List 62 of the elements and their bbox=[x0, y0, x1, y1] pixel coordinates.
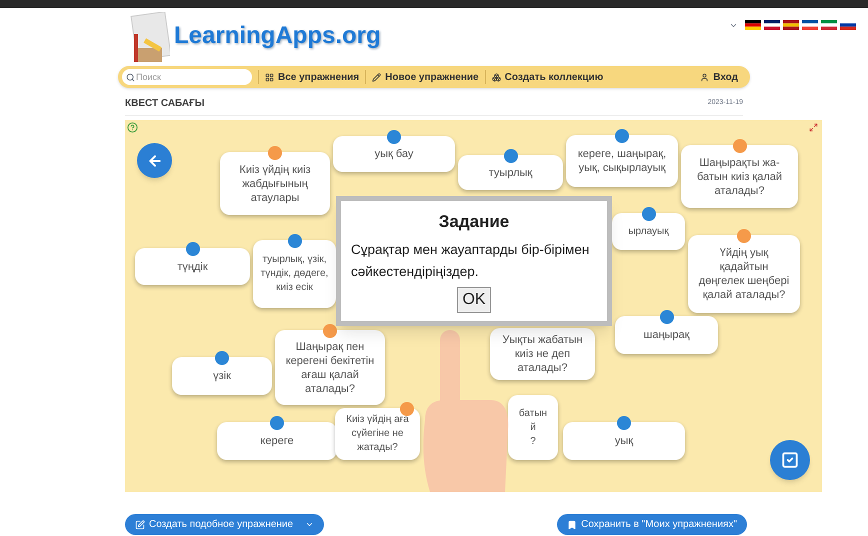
match-card[interactable]: Шаңырақты жа- батын киіз қалай аталады? bbox=[681, 145, 798, 208]
pencil-icon bbox=[372, 72, 382, 82]
nav-link[interactable]: Новое упражнение bbox=[372, 70, 479, 84]
card-text: шаңырақ bbox=[644, 328, 690, 342]
card-text: Үйдің уық қадайтын дөңгелек шеңбері қалай аталады? bbox=[698, 246, 790, 302]
match-card[interactable]: батын й ? bbox=[508, 395, 558, 460]
match-card[interactable]: Шаңырақ пен керегені бекітетін ағаш қалай аталады? bbox=[275, 330, 385, 405]
match-card[interactable]: уық bbox=[563, 422, 685, 460]
nav-link[interactable]: Создать коллекцию bbox=[492, 70, 604, 84]
search-field[interactable]: Поиск bbox=[122, 69, 252, 85]
match-card[interactable]: ырлауық bbox=[612, 213, 685, 250]
match-card[interactable]: кереге bbox=[217, 422, 337, 460]
card-text: кереге bbox=[260, 434, 294, 448]
match-card[interactable]: Уықты жабатын киіз не деп аталады? bbox=[490, 328, 595, 380]
match-card[interactable]: уық бау bbox=[333, 136, 455, 172]
card-text: Киіз үйдің аға сүйегіне не жатады? bbox=[346, 413, 409, 455]
flag-icon[interactable] bbox=[745, 20, 761, 30]
search-icon bbox=[126, 73, 135, 82]
match-card[interactable]: Киіз үйдің киіз жабдығының атаулары bbox=[220, 152, 330, 215]
card-text: туырлық, үзік, түндік, дөдеге, киіз есік bbox=[260, 253, 328, 295]
flag-icon[interactable] bbox=[802, 20, 818, 30]
bookmark-icon bbox=[567, 520, 578, 530]
boxes-icon bbox=[492, 72, 501, 82]
card-text: үзік bbox=[213, 369, 231, 383]
login-link[interactable]: Вход bbox=[700, 70, 738, 84]
card-text: туырлық bbox=[488, 166, 532, 180]
match-card[interactable]: шаңырақ bbox=[615, 316, 718, 354]
help-icon[interactable] bbox=[127, 122, 138, 133]
card-text: уық bbox=[614, 434, 634, 448]
ok-button[interactable]: OK bbox=[457, 286, 491, 312]
flag-icon[interactable] bbox=[764, 20, 780, 30]
match-card[interactable]: үзік bbox=[172, 357, 272, 395]
create-similar-button[interactable]: Создать подобное упражнение bbox=[125, 514, 324, 535]
check-icon bbox=[781, 451, 799, 469]
card-text: батын й ? bbox=[518, 406, 548, 448]
card-text: Уықты жабатын киіз не деп аталады? bbox=[502, 333, 583, 375]
card-text: кереге, шаңырақ, уық, сықырлауық bbox=[578, 147, 666, 175]
check-button[interactable] bbox=[770, 440, 810, 480]
card-text: уық бау bbox=[374, 147, 414, 161]
caret-icon bbox=[305, 520, 314, 529]
dialog-text: Сұрақтар мен жауаптарды бір-бірімен сәйкестендіріңіздер. bbox=[351, 240, 590, 281]
card-text: ырлауық bbox=[628, 224, 669, 238]
fullscreen-icon[interactable] bbox=[809, 123, 818, 132]
user-icon bbox=[700, 72, 710, 82]
page-title: КВЕСТ САБАҒЫ bbox=[125, 97, 205, 111]
match-card[interactable]: түңдік bbox=[135, 248, 250, 285]
edit-icon bbox=[135, 520, 145, 530]
dialog-title: Задание bbox=[438, 211, 510, 233]
match-card[interactable]: туырлық, үзік, түндік, дөдеге, киіз есік bbox=[253, 240, 336, 308]
card-text: түңдік bbox=[177, 260, 208, 274]
match-card[interactable]: Киіз үйдің аға сүйегіне не жатады? bbox=[335, 408, 420, 460]
match-card[interactable]: кереге, шаңырақ, уық, сықырлауық bbox=[566, 135, 678, 187]
card-text: Шаңырақты жа- батын киіз қалай аталады? bbox=[696, 156, 782, 198]
logo-text[interactable]: LearningApps.org bbox=[174, 18, 381, 54]
card-text: Киіз үйдің киіз жабдығының атаулары bbox=[239, 162, 311, 204]
grid-icon bbox=[265, 72, 274, 82]
match-card[interactable]: Үйдің уық қадайтын дөңгелек шеңбері қалай аталады? bbox=[688, 235, 800, 313]
back-button[interactable] bbox=[137, 143, 172, 178]
nav-link[interactable]: Все упражнения bbox=[265, 70, 360, 84]
save-button[interactable]: Сохранить в "Моих упражнениях" bbox=[557, 514, 747, 535]
match-card[interactable]: туырлық bbox=[458, 155, 563, 190]
card-text: Шаңырақ пен керегені бекітетін ағаш қалай аталады? bbox=[286, 340, 374, 396]
